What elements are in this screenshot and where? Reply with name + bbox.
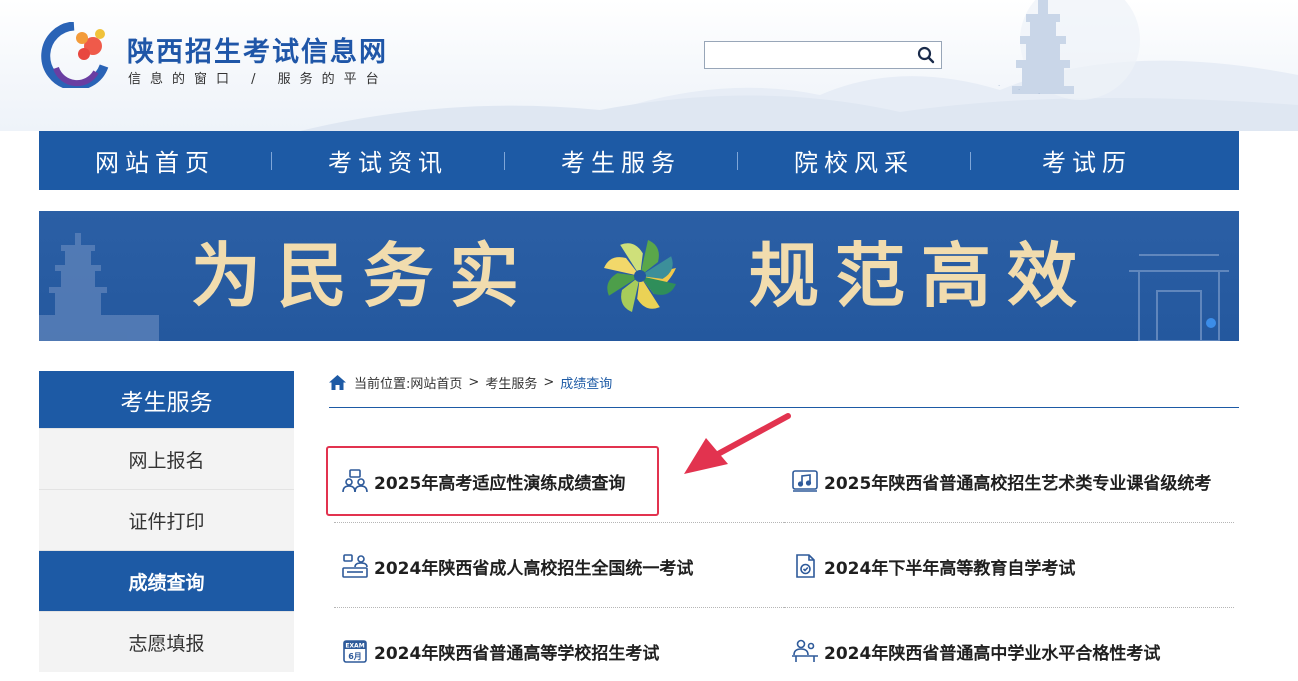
adult-exam-icon [342, 554, 368, 578]
site-title: 陕西招生考试信息网 [127, 37, 388, 68]
svg-text:·: · [1038, 90, 1040, 98]
nav-candidate-services[interactable]: 考生服务 [505, 143, 737, 178]
exam-calendar-icon: EXAM 6月 [343, 640, 367, 663]
exam-month-label: 6月 [348, 652, 362, 661]
document-icon [796, 554, 815, 578]
svg-text:·: · [1018, 86, 1020, 94]
breadcrumb-separator: > [543, 374, 555, 390]
pinwheel-emblem [604, 240, 676, 312]
home-icon [329, 374, 346, 390]
pointer-arrow [684, 413, 791, 474]
nav-school-showcase[interactable]: 院校风采 [738, 143, 970, 178]
breadcrumb-separator: > [468, 374, 480, 390]
sidebar-item-application-filling[interactable]: 志愿填报 [39, 611, 294, 672]
row-divider [784, 522, 1234, 523]
sidebar-title: 考生服务 [39, 371, 294, 428]
breadcrumb-current[interactable]: 成绩查询 [560, 373, 612, 392]
breadcrumb-prefix: 当前位置: [354, 376, 411, 392]
breadcrumb-home[interactable]: 网站首页 [410, 373, 462, 392]
row-divider [784, 607, 1234, 608]
sidebar-item-id-printing[interactable]: 证件打印 [39, 489, 294, 550]
result-link-2024-self-study-exam[interactable]: 2024年下半年高等教育自学考试 [792, 551, 1075, 581]
result-link-label: 2024年下半年高等教育自学考试 [824, 558, 1076, 579]
banner-slogan-right: 规范高效 [749, 234, 1093, 317]
sidebar-item-online-registration[interactable]: 网上报名 [39, 428, 294, 489]
hero-banner: 为民务实 规范高效 [39, 211, 1239, 341]
search-box [704, 41, 942, 69]
result-link-label: 2024年陕西省成人高校招生全国统一考试 [374, 558, 694, 579]
result-link-2025-art-exam[interactable]: 2025年陕西省普通高校招生艺术类专业课省级统考 [792, 466, 1211, 496]
result-link-2024-gaokao[interactable]: EXAM 6月 2024年陕西省普通高等学校招生考试 [342, 636, 659, 666]
search-input[interactable] [705, 42, 917, 68]
banner-pagoda-art [39, 233, 159, 341]
result-link-2024-academic-level-exam[interactable]: 2024年陕西省普通高中学业水平合格性考试 [792, 636, 1160, 666]
sidebar: 考生服务 网上报名 证件打印 成绩查询 志愿填报 [39, 371, 294, 672]
nav-home[interactable]: 网站首页 [39, 143, 271, 178]
row-divider [334, 607, 784, 608]
result-link-label: 2024年陕西省普通高等学校招生考试 [374, 643, 660, 664]
nav-exam-news[interactable]: 考试资讯 [272, 143, 504, 178]
breadcrumb: 当前位置: 网站首页 > 考生服务 > 成绩查询 [329, 371, 612, 393]
svg-text:·: · [998, 82, 1000, 90]
result-link-label: 2024年陕西省普通高中学业水平合格性考试 [824, 643, 1161, 664]
site-logo[interactable] [38, 22, 112, 88]
breadcrumb-candidate-services[interactable]: 考生服务 [485, 373, 537, 392]
music-book-icon [792, 470, 818, 492]
site-header: 陕西招生考试信息网 信息的窗口 / 服务的平台 · · · [0, 0, 1298, 131]
result-link-label: 2025年陕西省普通高校招生艺术类专业课省级统考 [824, 473, 1212, 494]
row-divider [334, 522, 784, 523]
highlight-box [326, 446, 659, 516]
result-link-2024-adult-exam[interactable]: 2024年陕西省成人高校招生全国统一考试 [342, 551, 693, 581]
content-divider [329, 407, 1239, 408]
student-desk-icon [792, 639, 818, 662]
nav-exam-calendar[interactable]: 考试历 [971, 143, 1203, 178]
search-icon[interactable] [917, 46, 935, 64]
exam-badge-label: EXAM [345, 643, 364, 650]
banner-building-art [1129, 254, 1229, 341]
main-nav: 网站首页 考试资讯 考生服务 院校风采 考试历 [39, 131, 1239, 190]
banner-carousel-dot[interactable] [1206, 318, 1216, 328]
pagoda-illustration: · · · [998, 0, 1074, 98]
banner-slogan-left: 为民务实 [191, 234, 535, 317]
site-slogan: 信息的窗口 / 服务的平台 [128, 72, 388, 87]
sidebar-item-score-query[interactable]: 成绩查询 [39, 550, 294, 611]
